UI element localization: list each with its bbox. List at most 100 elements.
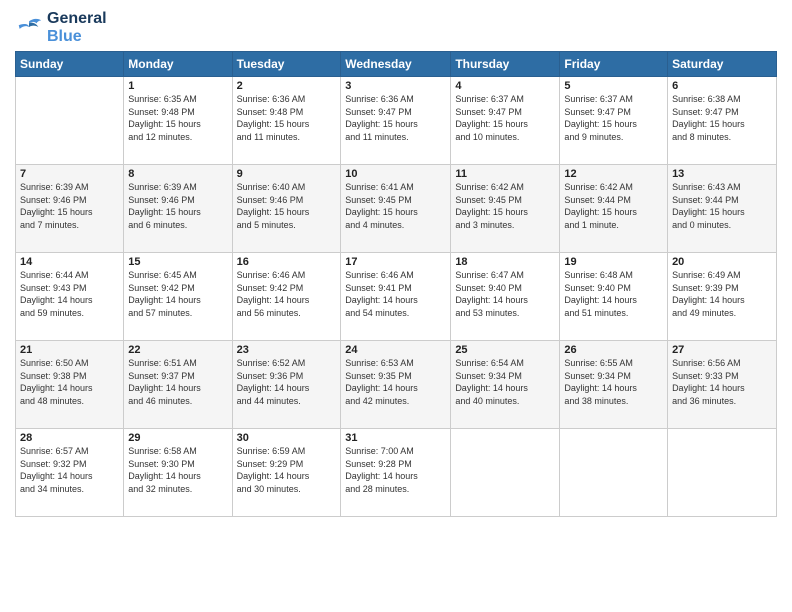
calendar-cell: 12Sunrise: 6:42 AM Sunset: 9:44 PM Dayli… bbox=[560, 165, 668, 253]
day-number: 2 bbox=[237, 80, 337, 92]
day-info: Sunrise: 6:36 AM Sunset: 9:47 PM Dayligh… bbox=[345, 93, 446, 143]
day-info: Sunrise: 6:38 AM Sunset: 9:47 PM Dayligh… bbox=[672, 93, 772, 143]
day-info: Sunrise: 6:59 AM Sunset: 9:29 PM Dayligh… bbox=[237, 445, 337, 495]
day-info: Sunrise: 6:46 AM Sunset: 9:41 PM Dayligh… bbox=[345, 269, 446, 319]
weekday-header-saturday: Saturday bbox=[668, 52, 777, 77]
calendar-cell: 22Sunrise: 6:51 AM Sunset: 9:37 PM Dayli… bbox=[124, 341, 232, 429]
day-info: Sunrise: 6:45 AM Sunset: 9:42 PM Dayligh… bbox=[128, 269, 227, 319]
weekday-header-row: SundayMondayTuesdayWednesdayThursdayFrid… bbox=[16, 52, 777, 77]
calendar-cell: 11Sunrise: 6:42 AM Sunset: 9:45 PM Dayli… bbox=[451, 165, 560, 253]
day-info: Sunrise: 6:46 AM Sunset: 9:42 PM Dayligh… bbox=[237, 269, 337, 319]
day-info: Sunrise: 6:48 AM Sunset: 9:40 PM Dayligh… bbox=[564, 269, 663, 319]
day-info: Sunrise: 6:51 AM Sunset: 9:37 PM Dayligh… bbox=[128, 357, 227, 407]
day-number: 3 bbox=[345, 80, 446, 92]
day-info: Sunrise: 6:55 AM Sunset: 9:34 PM Dayligh… bbox=[564, 357, 663, 407]
day-number: 19 bbox=[564, 256, 663, 268]
calendar-week-row: 7Sunrise: 6:39 AM Sunset: 9:46 PM Daylig… bbox=[16, 165, 777, 253]
calendar-cell: 16Sunrise: 6:46 AM Sunset: 9:42 PM Dayli… bbox=[232, 253, 341, 341]
calendar-cell: 19Sunrise: 6:48 AM Sunset: 9:40 PM Dayli… bbox=[560, 253, 668, 341]
calendar-cell bbox=[16, 77, 124, 165]
day-info: Sunrise: 6:58 AM Sunset: 9:30 PM Dayligh… bbox=[128, 445, 227, 495]
calendar-week-row: 14Sunrise: 6:44 AM Sunset: 9:43 PM Dayli… bbox=[16, 253, 777, 341]
day-info: Sunrise: 6:40 AM Sunset: 9:46 PM Dayligh… bbox=[237, 181, 337, 231]
day-number: 9 bbox=[237, 168, 337, 180]
day-info: Sunrise: 6:36 AM Sunset: 9:48 PM Dayligh… bbox=[237, 93, 337, 143]
calendar-cell: 10Sunrise: 6:41 AM Sunset: 9:45 PM Dayli… bbox=[341, 165, 451, 253]
day-number: 5 bbox=[564, 80, 663, 92]
calendar-cell: 29Sunrise: 6:58 AM Sunset: 9:30 PM Dayli… bbox=[124, 429, 232, 517]
logo: General Blue bbox=[15, 10, 107, 45]
calendar-cell: 24Sunrise: 6:53 AM Sunset: 9:35 PM Dayli… bbox=[341, 341, 451, 429]
day-number: 18 bbox=[455, 256, 555, 268]
day-number: 24 bbox=[345, 344, 446, 356]
day-number: 6 bbox=[672, 80, 772, 92]
day-number: 25 bbox=[455, 344, 555, 356]
day-number: 10 bbox=[345, 168, 446, 180]
calendar-cell: 28Sunrise: 6:57 AM Sunset: 9:32 PM Dayli… bbox=[16, 429, 124, 517]
day-number: 11 bbox=[455, 168, 555, 180]
day-info: Sunrise: 6:35 AM Sunset: 9:48 PM Dayligh… bbox=[128, 93, 227, 143]
calendar-cell: 8Sunrise: 6:39 AM Sunset: 9:46 PM Daylig… bbox=[124, 165, 232, 253]
calendar-cell: 13Sunrise: 6:43 AM Sunset: 9:44 PM Dayli… bbox=[668, 165, 777, 253]
day-number: 31 bbox=[345, 432, 446, 444]
day-info: Sunrise: 6:49 AM Sunset: 9:39 PM Dayligh… bbox=[672, 269, 772, 319]
day-number: 4 bbox=[455, 80, 555, 92]
day-number: 17 bbox=[345, 256, 446, 268]
day-number: 8 bbox=[128, 168, 227, 180]
calendar-cell: 26Sunrise: 6:55 AM Sunset: 9:34 PM Dayli… bbox=[560, 341, 668, 429]
day-info: Sunrise: 6:54 AM Sunset: 9:34 PM Dayligh… bbox=[455, 357, 555, 407]
page-header: General Blue bbox=[15, 10, 777, 45]
calendar-cell: 2Sunrise: 6:36 AM Sunset: 9:48 PM Daylig… bbox=[232, 77, 341, 165]
calendar-cell: 25Sunrise: 6:54 AM Sunset: 9:34 PM Dayli… bbox=[451, 341, 560, 429]
logo-text: General Blue bbox=[47, 10, 107, 45]
day-number: 13 bbox=[672, 168, 772, 180]
calendar-cell: 3Sunrise: 6:36 AM Sunset: 9:47 PM Daylig… bbox=[341, 77, 451, 165]
day-number: 23 bbox=[237, 344, 337, 356]
day-info: Sunrise: 6:47 AM Sunset: 9:40 PM Dayligh… bbox=[455, 269, 555, 319]
calendar-cell: 23Sunrise: 6:52 AM Sunset: 9:36 PM Dayli… bbox=[232, 341, 341, 429]
day-info: Sunrise: 6:39 AM Sunset: 9:46 PM Dayligh… bbox=[20, 181, 119, 231]
day-number: 12 bbox=[564, 168, 663, 180]
calendar-cell: 14Sunrise: 6:44 AM Sunset: 9:43 PM Dayli… bbox=[16, 253, 124, 341]
day-info: Sunrise: 6:44 AM Sunset: 9:43 PM Dayligh… bbox=[20, 269, 119, 319]
calendar-cell: 1Sunrise: 6:35 AM Sunset: 9:48 PM Daylig… bbox=[124, 77, 232, 165]
day-number: 30 bbox=[237, 432, 337, 444]
day-info: Sunrise: 6:56 AM Sunset: 9:33 PM Dayligh… bbox=[672, 357, 772, 407]
day-number: 27 bbox=[672, 344, 772, 356]
day-info: Sunrise: 6:37 AM Sunset: 9:47 PM Dayligh… bbox=[455, 93, 555, 143]
calendar-cell: 27Sunrise: 6:56 AM Sunset: 9:33 PM Dayli… bbox=[668, 341, 777, 429]
day-info: Sunrise: 6:53 AM Sunset: 9:35 PM Dayligh… bbox=[345, 357, 446, 407]
calendar-cell: 21Sunrise: 6:50 AM Sunset: 9:38 PM Dayli… bbox=[16, 341, 124, 429]
calendar-cell: 7Sunrise: 6:39 AM Sunset: 9:46 PM Daylig… bbox=[16, 165, 124, 253]
calendar-cell bbox=[560, 429, 668, 517]
day-number: 26 bbox=[564, 344, 663, 356]
calendar-cell: 4Sunrise: 6:37 AM Sunset: 9:47 PM Daylig… bbox=[451, 77, 560, 165]
calendar-cell: 20Sunrise: 6:49 AM Sunset: 9:39 PM Dayli… bbox=[668, 253, 777, 341]
day-info: Sunrise: 6:41 AM Sunset: 9:45 PM Dayligh… bbox=[345, 181, 446, 231]
day-info: Sunrise: 6:39 AM Sunset: 9:46 PM Dayligh… bbox=[128, 181, 227, 231]
day-info: Sunrise: 6:43 AM Sunset: 9:44 PM Dayligh… bbox=[672, 181, 772, 231]
calendar-cell: 9Sunrise: 6:40 AM Sunset: 9:46 PM Daylig… bbox=[232, 165, 341, 253]
calendar-cell: 30Sunrise: 6:59 AM Sunset: 9:29 PM Dayli… bbox=[232, 429, 341, 517]
calendar-week-row: 28Sunrise: 6:57 AM Sunset: 9:32 PM Dayli… bbox=[16, 429, 777, 517]
weekday-header-tuesday: Tuesday bbox=[232, 52, 341, 77]
weekday-header-wednesday: Wednesday bbox=[341, 52, 451, 77]
day-number: 20 bbox=[672, 256, 772, 268]
weekday-header-thursday: Thursday bbox=[451, 52, 560, 77]
weekday-header-monday: Monday bbox=[124, 52, 232, 77]
logo-icon bbox=[15, 14, 43, 42]
day-number: 15 bbox=[128, 256, 227, 268]
weekday-header-sunday: Sunday bbox=[16, 52, 124, 77]
day-number: 1 bbox=[128, 80, 227, 92]
day-info: Sunrise: 6:50 AM Sunset: 9:38 PM Dayligh… bbox=[20, 357, 119, 407]
calendar-cell: 5Sunrise: 6:37 AM Sunset: 9:47 PM Daylig… bbox=[560, 77, 668, 165]
calendar-cell: 15Sunrise: 6:45 AM Sunset: 9:42 PM Dayli… bbox=[124, 253, 232, 341]
calendar-cell: 31Sunrise: 7:00 AM Sunset: 9:28 PM Dayli… bbox=[341, 429, 451, 517]
calendar-cell: 18Sunrise: 6:47 AM Sunset: 9:40 PM Dayli… bbox=[451, 253, 560, 341]
calendar-week-row: 21Sunrise: 6:50 AM Sunset: 9:38 PM Dayli… bbox=[16, 341, 777, 429]
day-number: 22 bbox=[128, 344, 227, 356]
day-number: 29 bbox=[128, 432, 227, 444]
calendar-cell: 6Sunrise: 6:38 AM Sunset: 9:47 PM Daylig… bbox=[668, 77, 777, 165]
day-info: Sunrise: 6:57 AM Sunset: 9:32 PM Dayligh… bbox=[20, 445, 119, 495]
calendar-cell: 17Sunrise: 6:46 AM Sunset: 9:41 PM Dayli… bbox=[341, 253, 451, 341]
